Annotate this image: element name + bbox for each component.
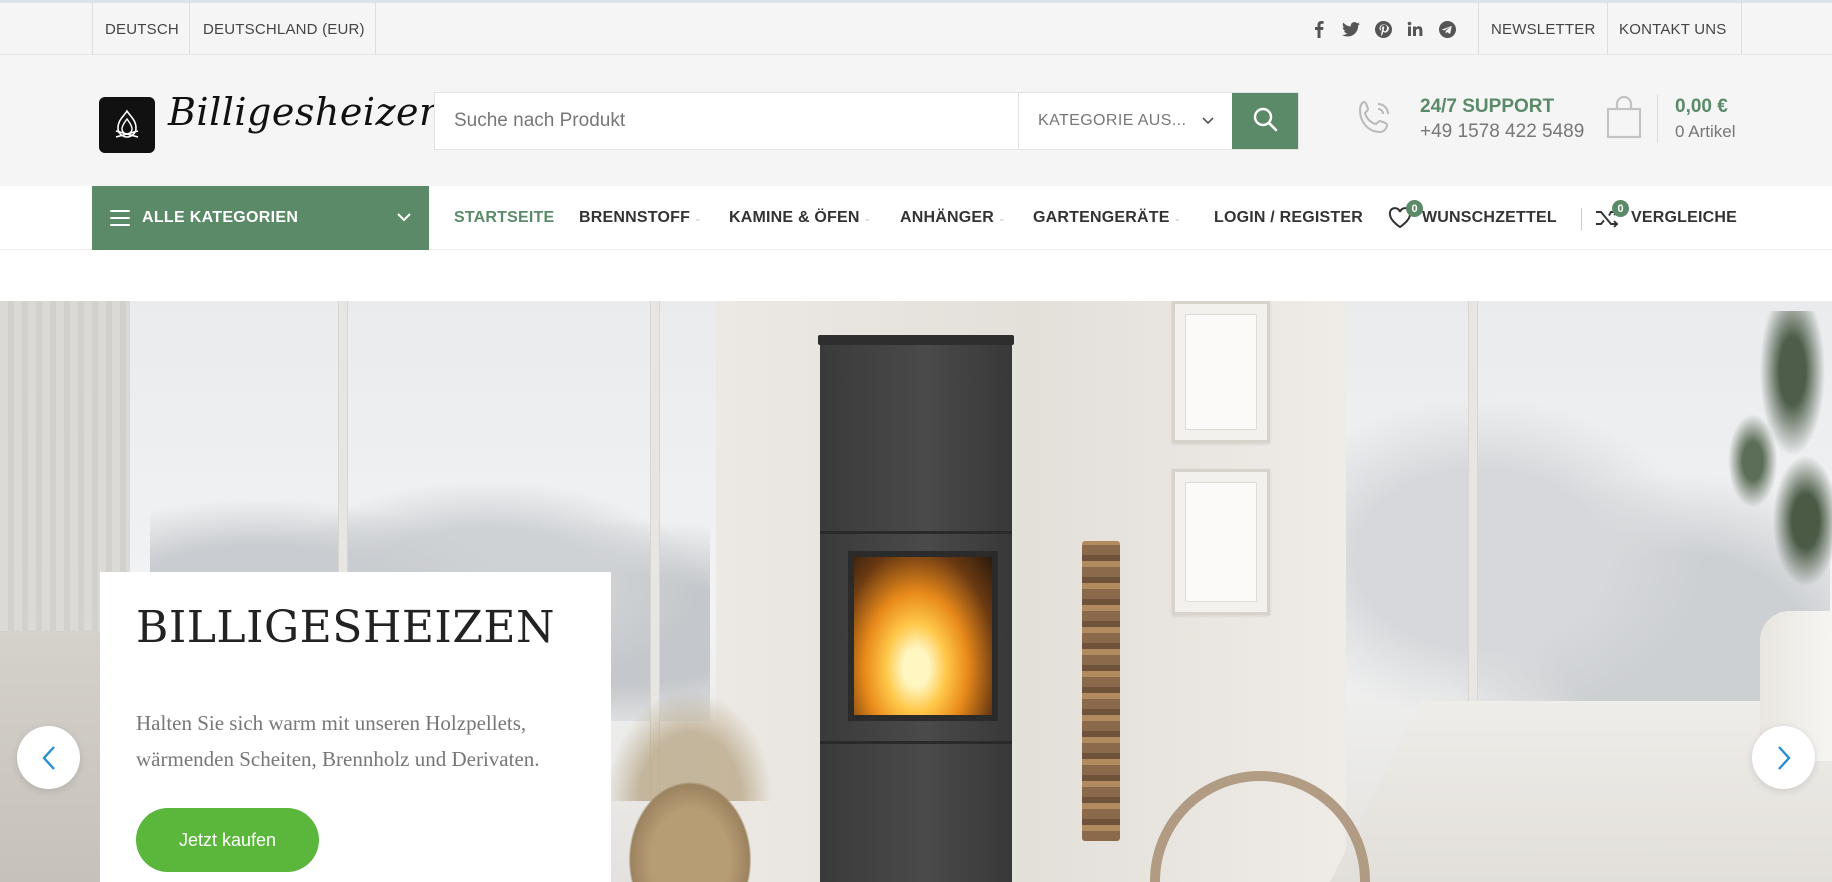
hero-text: Halten Sie sich warm mit unseren Holzpel… [136,711,540,771]
contact-link[interactable]: KONTAKT UNS [1619,3,1727,55]
twitter-icon[interactable] [1342,20,1360,38]
menu-icon [110,210,130,226]
compare-label: VERGLEICHE [1631,209,1738,226]
wall-picture-frame [1172,301,1270,443]
firewood-stack-image [1082,541,1120,841]
social-links [1310,3,1456,55]
top-bar: DEUTSCH DEUTSCHLAND (EUR) NEWSLETTER KON… [0,0,1832,55]
search-input[interactable] [435,93,1018,149]
wishlist-label: WUNSCHZETTEL [1422,209,1557,226]
stove-image [818,335,1014,882]
nav-item-fireplaces[interactable]: KAMINE & ÖFEN ⌄ [729,186,871,250]
nav-item-label: BRENNSTOFF [579,209,691,226]
main-navigation: ALLE KATEGORIEN STARTSEITE BRENNSTOFF ⌄ K… [0,186,1832,250]
category-select[interactable]: KATEGORIE AUS... [1018,93,1232,149]
shopping-bag-icon[interactable] [1606,95,1642,139]
cart-item-count[interactable]: 0 Artikel [1675,122,1735,142]
search-bar: KATEGORIE AUS... [434,92,1299,150]
compare-count-badge: 0 [1612,200,1629,217]
compare-link[interactable]: VERGLEICHE [1595,186,1737,250]
support-title: 24/7 SUPPORT [1420,96,1555,117]
hero-title: BILLIGESHEIZEN [136,602,556,653]
chevron-left-icon [41,745,56,771]
telegram-icon[interactable] [1438,20,1456,38]
cart-total[interactable]: 0,00 € [1675,96,1728,118]
logo-icon[interactable] [99,97,155,153]
chevron-down-icon [397,209,411,227]
shop-now-button[interactable]: Jetzt kaufen [136,808,319,872]
nav-item-garden-tools[interactable]: GARTENGERÄTE ⌄ [1033,186,1181,250]
slider-next-button[interactable] [1752,726,1815,789]
chevron-down-icon [1202,112,1214,130]
language-selector[interactable]: DEUTSCH [105,3,179,55]
divider [1607,3,1608,55]
nav-item-label: KAMINE & ÖFEN [729,209,860,226]
divider [375,3,376,55]
wall-picture-frame [1172,469,1270,615]
divider [1741,3,1742,55]
search-icon [1252,106,1278,137]
wishlist-link[interactable]: WUNSCHZETTEL [1388,186,1557,250]
search-button[interactable] [1232,93,1298,149]
chevron-down-icon: ⌄ [694,212,702,223]
pinterest-icon[interactable] [1374,20,1392,38]
all-categories-button[interactable]: ALLE KATEGORIEN [92,186,429,250]
nav-item-label: ANHÄNGER [900,209,995,226]
plant-image [1700,311,1832,611]
site-header: Billigesheizen KATEGORIE AUS... 24/7 SUP… [0,55,1832,186]
currency-selector[interactable]: DEUTSCHLAND (EUR) [203,3,365,55]
nav-item-home[interactable]: STARTSEITE [454,186,554,250]
hero-caption-card: BILLIGESHEIZEN Halten Sie sich warm mit … [100,572,611,882]
all-categories-label: ALLE KATEGORIEN [142,209,299,226]
support-phone[interactable]: +49 1578 422 5489 [1420,121,1584,143]
nav-item-fuel[interactable]: BRENNSTOFF ⌄ [579,186,702,250]
divider [189,3,190,55]
divider [1581,208,1582,230]
logo-text[interactable]: Billigesheizen [168,90,444,134]
divider [1657,95,1658,143]
divider [92,3,93,55]
chevron-down-icon: ⌄ [863,212,872,223]
slider-prev-button[interactable] [17,726,80,789]
facebook-icon[interactable] [1310,20,1328,38]
basket-image [620,771,760,882]
chevron-down-icon: ⌄ [998,212,1006,223]
chevron-down-icon: ⌄ [1173,212,1182,223]
nav-item-label: GARTENGERÄTE [1033,209,1170,226]
phone-icon [1352,96,1396,140]
login-register-link[interactable]: LOGIN / REGISTER [1214,186,1363,250]
newsletter-link[interactable]: NEWSLETTER [1491,3,1596,55]
chevron-right-icon [1777,745,1791,771]
linkedin-icon[interactable] [1406,20,1424,38]
category-select-label: KATEGORIE AUS... [1038,112,1187,129]
nav-item-trailers[interactable]: ANHÄNGER ⌄ [900,186,1006,250]
wishlist-count-badge: 0 [1406,200,1423,217]
divider [1478,3,1479,55]
